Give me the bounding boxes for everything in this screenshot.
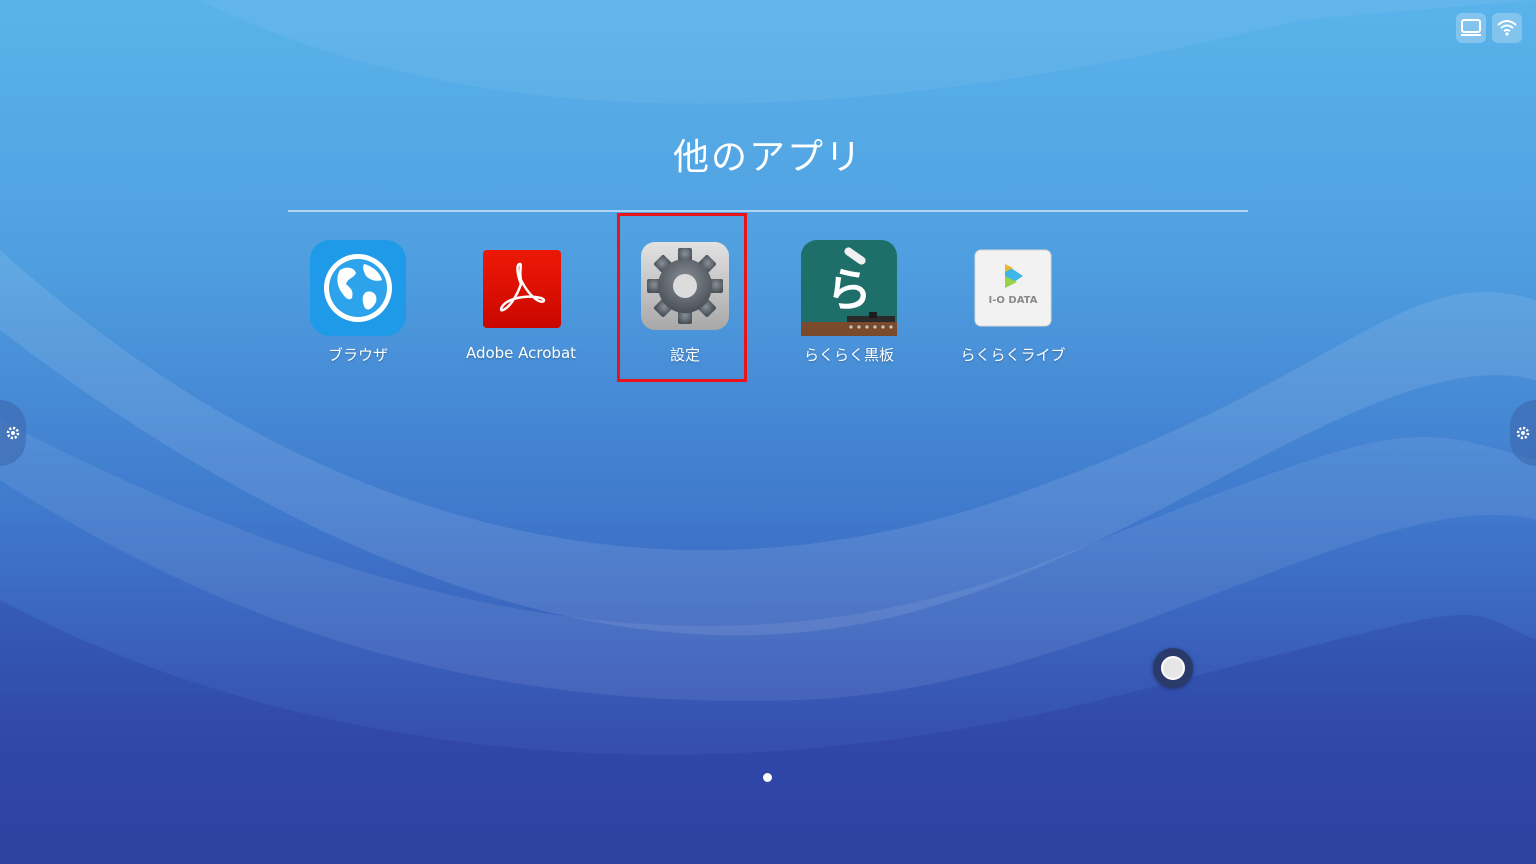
display-icon[interactable]: [1456, 13, 1486, 43]
gear-icon: [6, 426, 20, 440]
page-title: 他のアプリ: [672, 137, 863, 178]
app-label: らくらく黒板: [803, 346, 894, 364]
app-label: らくらくライブ: [960, 346, 1066, 364]
app-label: 設定: [669, 346, 700, 364]
wifi-icon[interactable]: [1492, 13, 1522, 43]
gear-icon: [637, 240, 733, 336]
app-settings[interactable]: 設定: [615, 240, 755, 365]
acrobat-icon: [473, 240, 569, 336]
floating-assistive-button[interactable]: [1153, 648, 1193, 688]
app-adobe-acrobat[interactable]: Adobe Acrobat: [451, 240, 591, 362]
svg-text:ら: ら: [826, 263, 872, 317]
right-settings-tab[interactable]: [1510, 400, 1536, 466]
left-settings-tab[interactable]: [0, 400, 26, 466]
globe-icon: [310, 240, 406, 336]
floating-button-knob: [1161, 656, 1185, 680]
svg-text:I-O DATA: I-O DATA: [989, 295, 1038, 306]
app-browser[interactable]: ブラウザ: [288, 240, 428, 365]
iodata-live-icon: I-O DATA: [965, 240, 1061, 336]
page-indicator-dot: [763, 773, 772, 782]
blackboard-icon: ら: [801, 240, 897, 336]
app-label: ブラウザ: [327, 346, 388, 364]
status-bar: [1456, 13, 1522, 43]
divider: [288, 210, 1248, 212]
app-rakuraku-live[interactable]: I-O DATA らくらくライブ: [943, 240, 1083, 365]
gear-icon: [1516, 426, 1530, 440]
app-label: Adobe Acrobat: [465, 344, 577, 362]
app-rakuraku-blackboard[interactable]: ら らくらく黒板: [779, 240, 919, 365]
